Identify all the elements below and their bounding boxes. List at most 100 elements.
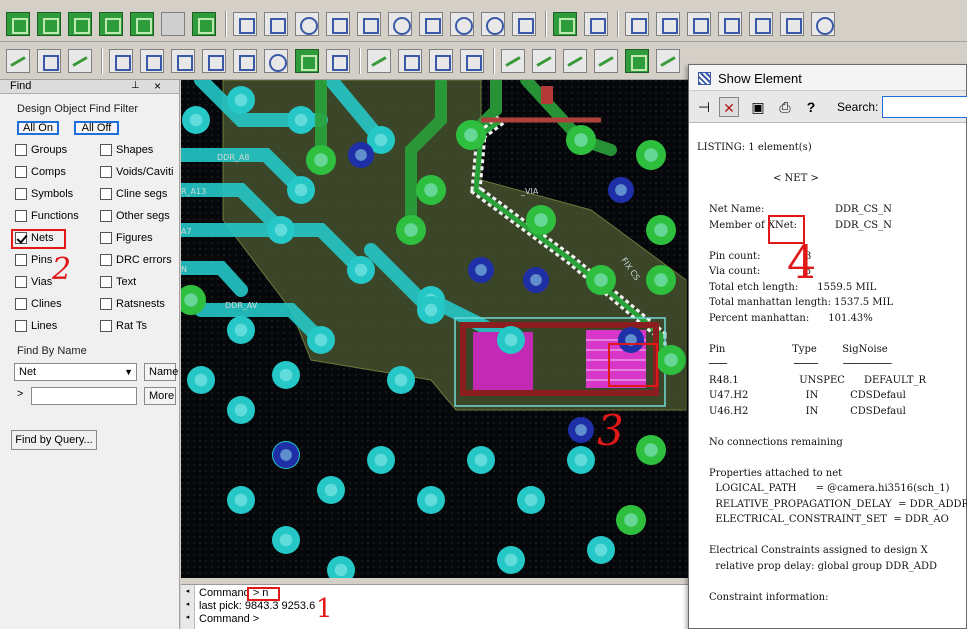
checkbox[interactable]	[100, 232, 112, 244]
disabled-tool-icon[interactable]	[161, 11, 185, 36]
measure-icon[interactable]	[584, 11, 608, 36]
pcb-canvas[interactable]: DDR_A8 R_A13 A7 N DDR_AV FIX CS _VIA 3	[181, 80, 688, 578]
route-icon[interactable]	[501, 48, 525, 73]
breakout-icon[interactable]	[233, 48, 257, 73]
search-input[interactable]	[882, 96, 967, 118]
add-text-icon[interactable]	[429, 48, 453, 73]
checkbox[interactable]	[15, 298, 27, 310]
phase-tune-icon[interactable]	[140, 48, 164, 73]
part-icon[interactable]	[718, 11, 742, 36]
filter-voids-caviti[interactable]: Voids/Caviti	[100, 166, 173, 178]
checkbox[interactable]	[100, 166, 112, 178]
frame-tool-icon[interactable]	[512, 11, 536, 36]
glossing-icon[interactable]	[656, 48, 680, 73]
checkbox[interactable]	[100, 254, 112, 266]
filter-text[interactable]: Text	[100, 276, 136, 288]
layer-visibility-icon[interactable]	[37, 11, 61, 36]
checkbox[interactable]	[100, 298, 112, 310]
filter-ratsnests[interactable]: Ratsnests	[100, 298, 165, 310]
layer-shade-icon[interactable]	[192, 11, 216, 36]
route-diag-icon[interactable]	[532, 48, 556, 73]
corner-tool-icon[interactable]	[233, 11, 257, 36]
checkbox[interactable]	[15, 188, 27, 200]
route-fanout-icon[interactable]	[594, 48, 618, 73]
name-input[interactable]	[31, 387, 137, 405]
print-icon[interactable]: ⎙	[775, 97, 795, 117]
filter-symbols[interactable]: Symbols	[15, 188, 73, 200]
filter-lines[interactable]: Lines	[15, 320, 57, 332]
route-delete-icon[interactable]	[563, 48, 587, 73]
scheduling-icon[interactable]	[202, 48, 226, 73]
checkbox[interactable]	[100, 144, 112, 156]
board-icon[interactable]	[553, 11, 577, 36]
swap-layer-icon[interactable]	[68, 11, 92, 36]
u1-icon[interactable]	[37, 48, 61, 73]
pin-icon[interactable]: ⊣	[694, 97, 714, 117]
grid-icon[interactable]	[780, 11, 804, 36]
filter-clines[interactable]: Clines	[15, 298, 62, 310]
more-button[interactable]: More	[144, 387, 176, 405]
wave-icon[interactable]	[326, 48, 350, 73]
checkbox[interactable]	[100, 320, 112, 332]
checkbox[interactable]	[100, 188, 112, 200]
target-icon[interactable]	[811, 11, 835, 36]
odb-icon[interactable]	[625, 11, 649, 36]
expand-arrow[interactable]: >	[17, 388, 23, 400]
filter-other-segs[interactable]: Other segs	[100, 210, 170, 222]
command-scroll-gutter[interactable]: ◂ ◂ ◂	[181, 585, 195, 629]
checkbox[interactable]	[15, 320, 27, 332]
pin-icon[interactable]: ⊥	[131, 80, 140, 91]
rect-shape-icon[interactable]	[398, 48, 422, 73]
add-connect-icon[interactable]	[6, 48, 30, 73]
route-chip-icon[interactable]	[625, 48, 649, 73]
show-element-titlebar[interactable]: Show Element	[689, 65, 966, 91]
layer-green-icon[interactable]	[6, 11, 30, 36]
filter-pins[interactable]: Pins	[15, 254, 52, 266]
pad-tool-icon[interactable]	[481, 11, 505, 36]
checkbox[interactable]	[15, 276, 27, 288]
filter-vias[interactable]: Vias	[15, 276, 52, 288]
filter-rat-ts[interactable]: Rat Ts	[100, 320, 147, 332]
all-off-button[interactable]: All Off	[74, 121, 119, 135]
book-icon[interactable]	[656, 11, 680, 36]
filter-comps[interactable]: Comps	[15, 166, 66, 178]
layer-filter-icon[interactable]	[130, 11, 154, 36]
via-array-icon[interactable]	[264, 48, 288, 73]
close-icon[interactable]: ×	[154, 79, 161, 93]
slide-icon[interactable]	[68, 48, 92, 73]
name-button[interactable]: Name	[144, 363, 178, 381]
command-prompt[interactable]: Command >	[199, 613, 259, 625]
filter-cline-segs[interactable]: Cline segs	[100, 188, 167, 200]
find-by-query-button[interactable]: Find by Query...	[11, 430, 97, 450]
checkbox[interactable]	[15, 254, 27, 266]
box-select-icon[interactable]	[357, 11, 381, 36]
library-icon[interactable]	[687, 11, 711, 36]
help-icon[interactable]: ?	[801, 97, 821, 117]
select-pointer-icon[interactable]	[326, 11, 350, 36]
checkbox[interactable]	[15, 210, 27, 222]
rotate-tool-icon[interactable]	[388, 11, 412, 36]
all-on-button[interactable]: All On	[17, 121, 59, 135]
delay-tune-icon[interactable]	[109, 48, 133, 73]
rectangle-tool-icon[interactable]	[264, 11, 288, 36]
filter-figures[interactable]: Figures	[100, 232, 153, 244]
checkbox[interactable]	[15, 166, 27, 178]
edit-text-icon[interactable]	[460, 48, 484, 73]
filter-drc-errors[interactable]: DRC errors	[100, 254, 172, 266]
object-type-select[interactable]: Net ▼	[14, 363, 137, 381]
close-icon[interactable]: ✕	[719, 97, 739, 117]
circle-tool-icon[interactable]	[295, 11, 319, 36]
shape-icon[interactable]	[295, 48, 319, 73]
copy-layer-icon[interactable]	[99, 11, 123, 36]
checkbox[interactable]	[100, 210, 112, 222]
filter-functions[interactable]: Functions	[15, 210, 79, 222]
refdes-icon[interactable]	[749, 11, 773, 36]
checkbox[interactable]	[15, 144, 27, 156]
line-tool-icon[interactable]	[367, 48, 391, 73]
square-tool-icon[interactable]	[419, 11, 443, 36]
filter-groups[interactable]: Groups	[15, 144, 67, 156]
ring-tool-icon[interactable]	[450, 11, 474, 36]
save-icon[interactable]: ▣	[748, 97, 768, 117]
filter-shapes[interactable]: Shapes	[100, 144, 153, 156]
checkbox[interactable]	[100, 276, 112, 288]
